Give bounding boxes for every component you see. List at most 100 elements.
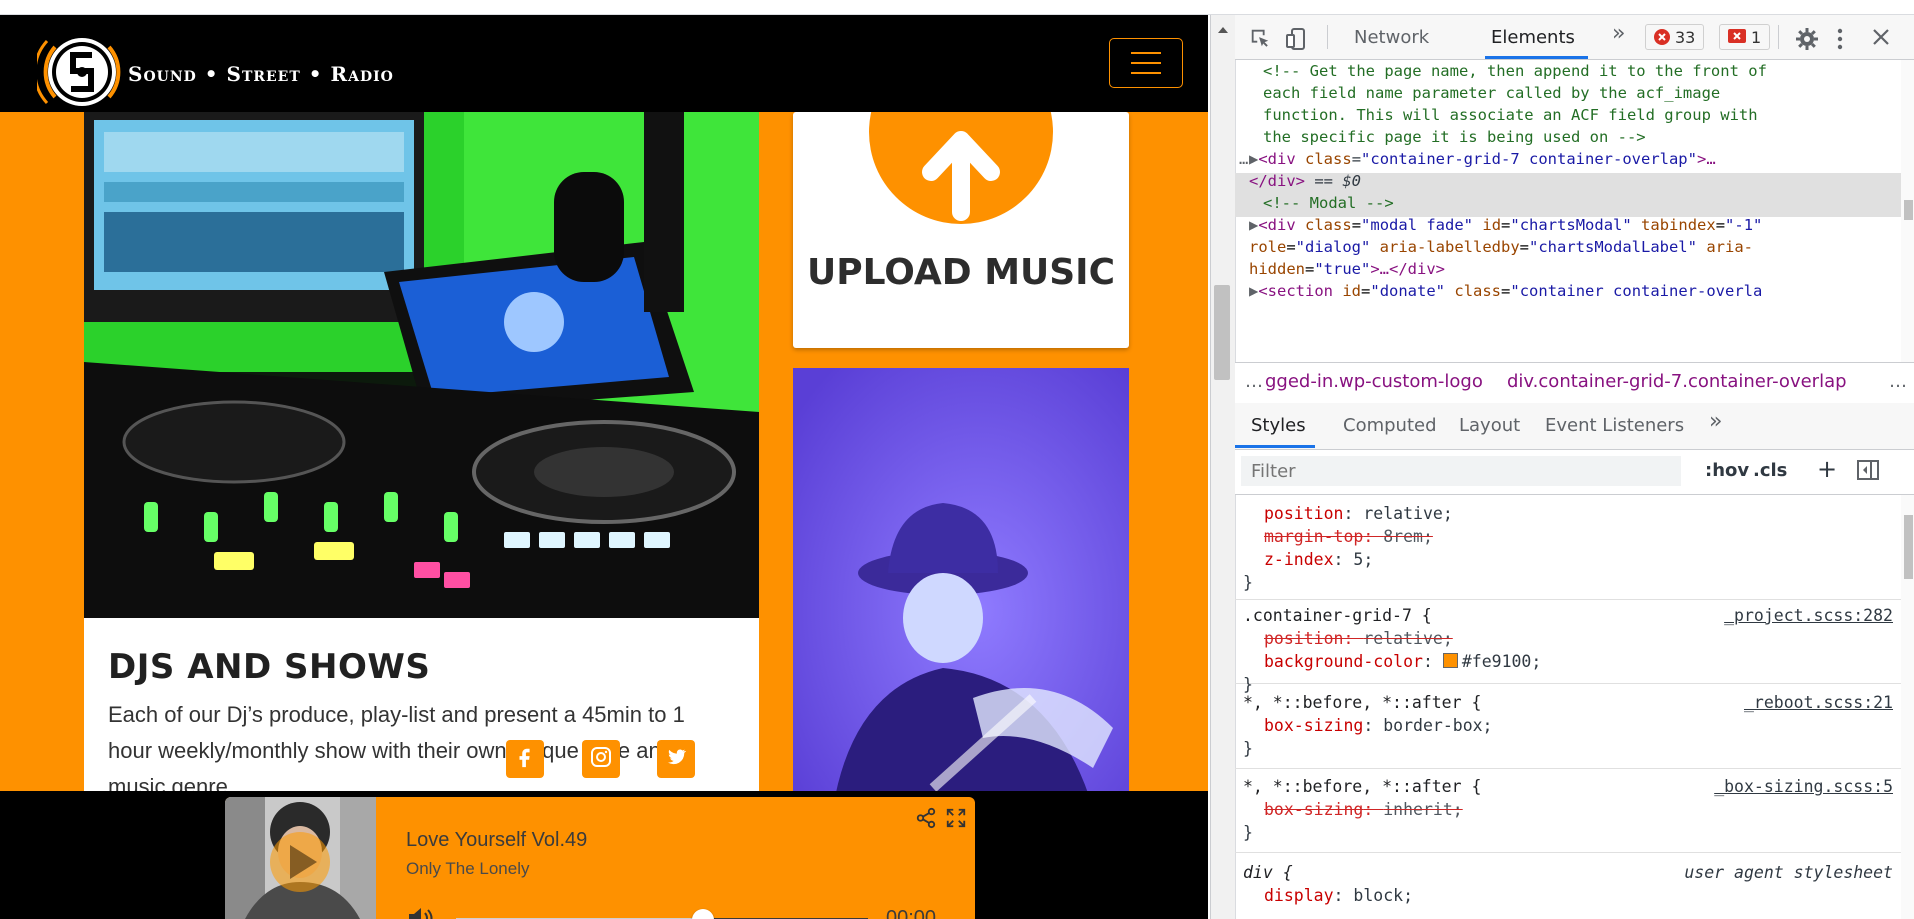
dj-portrait-image	[793, 368, 1129, 808]
track-title: Love Yourself Vol.49	[406, 829, 588, 851]
style-declaration-overridden[interactable]: margin-top: 8rem;	[1264, 525, 1433, 548]
devtools-toolbar: Network Elements » 33 1	[1235, 15, 1914, 60]
css-property: position	[1264, 629, 1344, 648]
upload-music-card[interactable]: UPLOAD MUSIC	[793, 112, 1129, 348]
styles-scrollbar-thumb[interactable]	[1904, 515, 1913, 579]
attr-value: "donate"	[1370, 282, 1446, 300]
css-property: position	[1264, 504, 1344, 523]
issue-icon	[1728, 29, 1746, 43]
css-source-link[interactable]: _project.scss:282	[1724, 604, 1893, 627]
error-icon	[1654, 29, 1670, 45]
style-declaration-overridden[interactable]: position: relative;	[1264, 627, 1453, 650]
dom-tree[interactable]: <!-- Get the page name, then append it t…	[1235, 60, 1901, 362]
djs-and-shows-card[interactable]: DJS AND SHOWS Each of our Dj’s produce, …	[84, 112, 759, 792]
expand-arrow-icon[interactable]: ▶	[1249, 216, 1258, 234]
style-declaration[interactable]: background-color: #fe9100;	[1264, 650, 1541, 673]
attr-value: "dialog"	[1295, 238, 1371, 256]
tab-layout[interactable]: Layout	[1459, 415, 1520, 436]
kebab-menu-icon[interactable]	[1835, 27, 1845, 55]
facebook-button[interactable]	[506, 740, 544, 778]
more-tabs-button[interactable]: »	[1612, 21, 1625, 46]
tab-event-listeners[interactable]: Event Listeners	[1545, 415, 1684, 436]
breadcrumb-item[interactable]: gged-in.wp-custom-logo	[1265, 363, 1483, 401]
breadcrumb-more[interactable]: …	[1245, 363, 1263, 401]
styles-scrollbar[interactable]	[1901, 495, 1914, 919]
fullscreen-icon[interactable]	[945, 807, 967, 834]
color-swatch-icon[interactable]	[1442, 653, 1458, 668]
tab-network[interactable]: Network	[1354, 27, 1429, 48]
styles-pane[interactable]: position: relative; margin-top: 8rem; z-…	[1235, 495, 1901, 919]
dom-node-selected[interactable]: ▶<div class="container-grid-7 container-…	[1249, 148, 1716, 170]
dom-node-modal-cont[interactable]: role="dialog" aria-labelledby="chartsMod…	[1249, 236, 1753, 258]
dom-node-modal[interactable]: ▶<div class="modal fade" id="chartsModal…	[1249, 214, 1762, 236]
tab-elements[interactable]: Elements	[1491, 27, 1575, 48]
style-declaration[interactable]: display: block;	[1264, 884, 1413, 907]
css-value: border-box;	[1383, 716, 1493, 735]
css-selector[interactable]: div {	[1243, 861, 1293, 884]
css-property: box-sizing	[1264, 716, 1364, 735]
elapsed-time: 00:00	[886, 907, 937, 919]
style-rule: *, *::before, *::after { _box-sizing.scs…	[1235, 769, 1901, 853]
close-icon[interactable]	[1871, 27, 1891, 51]
class-toggle[interactable]: .cls	[1753, 460, 1787, 481]
twitter-button[interactable]	[657, 740, 695, 778]
dom-node-selected-close[interactable]: </div> == $0	[1249, 170, 1361, 192]
style-declaration[interactable]: position: relative;	[1264, 502, 1453, 525]
css-source-link[interactable]: _box-sizing.scss:5	[1714, 775, 1893, 798]
sound-street-radio-logo-icon[interactable]	[37, 27, 127, 117]
description-line: music genre.	[108, 774, 234, 792]
site-brand-name[interactable]: Sound • Street • Radio	[128, 62, 394, 86]
dom-scrollbar-thumb[interactable]	[1904, 200, 1913, 220]
nav-menu-button[interactable]	[1109, 38, 1183, 88]
expand-arrow-icon[interactable]: ▶	[1249, 150, 1258, 168]
tab-styles[interactable]: Styles	[1251, 415, 1306, 436]
attr-name: class	[1454, 282, 1502, 300]
style-declaration[interactable]: box-sizing: border-box;	[1264, 714, 1493, 737]
dom-scrollbar[interactable]	[1901, 60, 1914, 362]
issues-badge[interactable]: 1	[1719, 24, 1771, 50]
share-icon[interactable]	[915, 807, 937, 834]
track-cover-image[interactable]	[225, 797, 376, 919]
style-rule: position: relative; margin-top: 8rem; z-…	[1235, 495, 1901, 600]
device-toolbar-icon[interactable]	[1285, 27, 1307, 55]
style-rule: div { user agent stylesheet display: blo…	[1235, 853, 1901, 919]
new-style-rule-button[interactable]: +	[1817, 455, 1837, 483]
more-subtabs-button[interactable]: »	[1709, 409, 1722, 434]
toggle-sidebar-icon[interactable]	[1857, 460, 1879, 485]
scroll-up-icon[interactable]	[1211, 19, 1235, 39]
dj-photo-card[interactable]	[793, 368, 1129, 808]
styles-filter-input[interactable]	[1241, 456, 1681, 486]
inspect-element-icon[interactable]	[1249, 27, 1271, 53]
css-source-link[interactable]: _reboot.scss:21	[1744, 691, 1893, 714]
tab-computed[interactable]: Computed	[1343, 415, 1437, 436]
row-actions-ellipsis[interactable]: …	[1239, 148, 1248, 170]
page-scrollbar-thumb[interactable]	[1214, 285, 1230, 380]
volume-icon[interactable]	[406, 905, 434, 919]
attr-name: hidden	[1249, 260, 1305, 278]
style-declaration[interactable]: z-index: 5;	[1264, 548, 1373, 571]
css-property: background-color	[1264, 652, 1423, 671]
css-value: block;	[1353, 886, 1414, 905]
style-declaration-overridden[interactable]: box-sizing: inherit;	[1264, 798, 1463, 821]
dj-studio-image	[84, 112, 759, 618]
dom-node-donate-section[interactable]: ▶<section id="donate" class="container c…	[1249, 280, 1762, 302]
breadcrumb-overflow[interactable]: …	[1889, 363, 1907, 401]
css-value: inherit;	[1383, 800, 1463, 819]
css-selector[interactable]: *, *::before, *::after {	[1243, 775, 1481, 798]
expand-arrow-icon[interactable]: ▶	[1249, 282, 1258, 300]
tag-open: <div	[1258, 150, 1296, 168]
tag-open: <section	[1258, 282, 1333, 300]
css-selector[interactable]: *, *::before, *::after {	[1243, 691, 1481, 714]
rule-close-brace: }	[1243, 739, 1253, 758]
errors-badge[interactable]: 33	[1645, 24, 1705, 50]
hover-state-toggle[interactable]: :hov	[1705, 460, 1749, 481]
audio-player: Love Yourself Vol.49 Only The Lonely 00:…	[225, 797, 975, 919]
seek-handle[interactable]	[692, 909, 715, 919]
page-scrollbar[interactable]	[1211, 15, 1236, 919]
instagram-button[interactable]	[582, 740, 620, 778]
breadcrumb-item-current[interactable]: div.container-grid-7.container-overlap	[1507, 363, 1847, 401]
dom-node-modal-cont[interactable]: hidden="true">…</div>	[1249, 258, 1445, 280]
css-selector[interactable]: .container-grid-7 {	[1243, 604, 1432, 627]
settings-gear-icon[interactable]	[1795, 27, 1819, 55]
dom-comment: the specific page it is being used on --…	[1263, 128, 1646, 146]
